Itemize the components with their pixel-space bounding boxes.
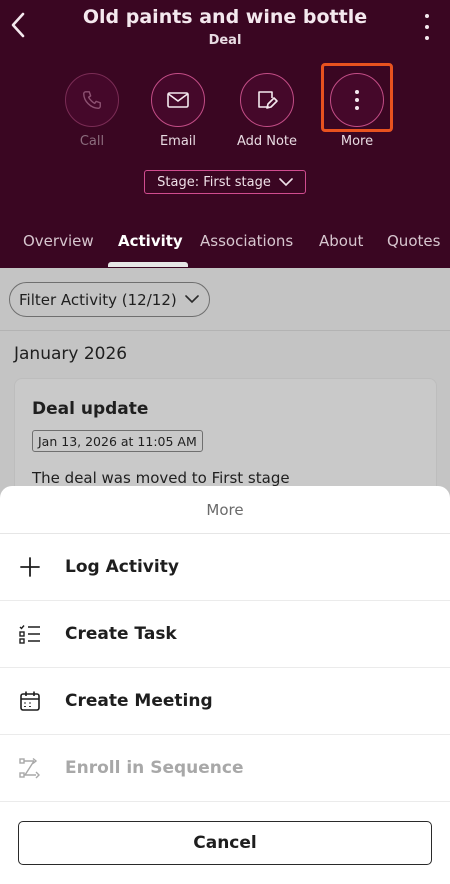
filter-activity-label: Filter Activity (12/12) bbox=[19, 290, 177, 309]
tab-bar: Overview Activity Associations About Quo… bbox=[0, 222, 450, 268]
call-button[interactable] bbox=[65, 73, 119, 127]
sequence-icon bbox=[18, 756, 42, 780]
plus-icon bbox=[18, 555, 42, 579]
stage-selector[interactable]: Stage: First stage bbox=[144, 170, 306, 194]
chevron-left-icon bbox=[11, 12, 25, 38]
envelope-icon bbox=[167, 92, 189, 108]
deal-header: Old paints and wine bottle Deal Call Ema… bbox=[0, 0, 450, 268]
deal-subtitle: Deal bbox=[208, 33, 242, 48]
deal-title: Old paints and wine bottle bbox=[82, 6, 368, 28]
enroll-in-sequence-item[interactable]: Enroll in Sequence bbox=[0, 735, 450, 802]
filter-activity-button[interactable]: Filter Activity (12/12) bbox=[9, 282, 210, 317]
phone-icon bbox=[83, 91, 101, 109]
email-label: Email bbox=[159, 134, 197, 149]
tab-associations[interactable]: Associations bbox=[200, 232, 293, 250]
tab-about[interactable]: About bbox=[319, 232, 363, 250]
add-note-label: Add Note bbox=[236, 134, 298, 149]
log-activity-label: Log Activity bbox=[65, 557, 179, 577]
create-task-item[interactable]: Create Task bbox=[0, 601, 450, 668]
tab-overview[interactable]: Overview bbox=[23, 232, 94, 250]
stage-label: Stage: First stage bbox=[157, 174, 271, 190]
tab-quotes[interactable]: Quotes bbox=[387, 232, 440, 250]
chevron-down-icon bbox=[184, 295, 199, 304]
active-tab-indicator bbox=[108, 262, 188, 267]
tab-activity[interactable]: Activity bbox=[118, 232, 183, 250]
cancel-button[interactable]: Cancel bbox=[18, 821, 432, 865]
more-highlight-box bbox=[321, 63, 393, 132]
email-action[interactable]: Email bbox=[133, 73, 223, 149]
kebab-menu-icon[interactable] bbox=[422, 14, 432, 40]
app-screen: Old paints and wine bottle Deal Call Ema… bbox=[0, 0, 450, 884]
card-title: Deal update bbox=[32, 399, 149, 419]
enroll-in-sequence-label: Enroll in Sequence bbox=[65, 758, 244, 778]
chevron-down-icon bbox=[279, 177, 293, 186]
create-meeting-item[interactable]: Create Meeting bbox=[0, 668, 450, 735]
more-label: More bbox=[340, 134, 374, 149]
card-date-badge: Jan 13, 2026 at 11:05 AM bbox=[32, 430, 203, 452]
add-note-button[interactable] bbox=[240, 73, 294, 127]
create-meeting-label: Create Meeting bbox=[65, 691, 213, 711]
divider bbox=[0, 330, 450, 331]
create-task-label: Create Task bbox=[65, 624, 177, 644]
checklist-icon bbox=[18, 622, 42, 646]
call-action[interactable]: Call bbox=[47, 73, 137, 149]
sheet-title: More bbox=[0, 486, 450, 534]
email-button[interactable] bbox=[151, 73, 205, 127]
calendar-icon bbox=[18, 689, 42, 713]
month-heading: January 2026 bbox=[14, 344, 128, 364]
add-note-action[interactable]: Add Note bbox=[222, 73, 312, 149]
log-activity-item[interactable]: Log Activity bbox=[0, 534, 450, 601]
call-label: Call bbox=[79, 134, 105, 149]
back-button[interactable] bbox=[6, 10, 30, 40]
more-action-sheet: More Log Activity Create Task Create Mee… bbox=[0, 486, 450, 884]
note-edit-icon bbox=[258, 91, 278, 109]
card-text: The deal was moved to First stage bbox=[32, 469, 290, 487]
